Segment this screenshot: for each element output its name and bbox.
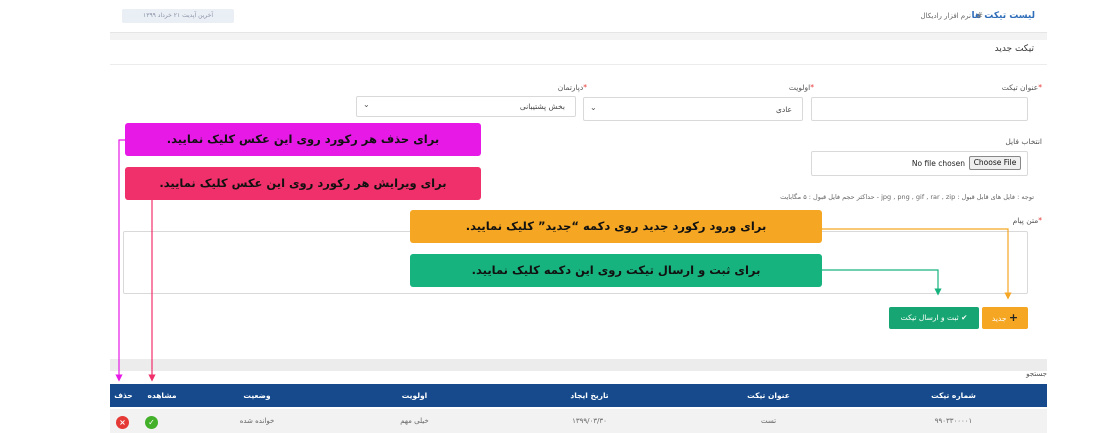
column-header: مشاهده xyxy=(147,391,177,400)
column-header: حذف xyxy=(114,391,133,400)
table-header: شماره تیکت عنوان تیکت تاریخ ایجاد اولویت… xyxy=(110,384,1047,407)
delete-icon[interactable]: × xyxy=(116,416,129,429)
required-mark: * xyxy=(1038,83,1042,92)
required-mark: * xyxy=(1038,216,1042,225)
breadcrumb-separator: # xyxy=(976,11,983,20)
column-header: شماره تیکت xyxy=(931,391,976,400)
subject-label: *عنوان تیکت xyxy=(1002,83,1042,92)
new-hint-callout: برای ورود رکورد جدید روی دکمه “جدید” کلی… xyxy=(410,210,822,243)
cell-status: خوانده شده xyxy=(239,417,275,425)
cell-priority: خیلی مهم xyxy=(400,417,429,425)
new-button[interactable]: + جدید xyxy=(982,307,1028,329)
chevron-down-icon: ⌄ xyxy=(363,100,370,109)
section-divider xyxy=(110,64,1047,65)
message-label: *متن پیام xyxy=(1013,216,1042,225)
delete-hint-callout: برای حذف هر رکورد روی این عکس کلیک نمایی… xyxy=(125,123,481,156)
department-value: بخش پشتیبانی xyxy=(519,102,565,111)
edit-hint-callout: برای ویرایش هر رکورد روی این عکس کلیک نم… xyxy=(125,167,481,200)
plus-icon: + xyxy=(1008,311,1019,324)
section-title: تیکت جدید xyxy=(994,44,1034,54)
required-mark: * xyxy=(583,83,587,92)
submit-hint-callout: برای ثبت و ارسال تیکت روی این دکمه کلیک … xyxy=(410,254,822,287)
choose-file-button[interactable]: Choose File xyxy=(969,156,1021,170)
update-badge: آخرین آپدیت ۲۱ خرداد ۱۳۹۹ xyxy=(122,9,234,23)
view-icon[interactable]: ✓ xyxy=(145,416,158,429)
department-label: *دپارتمان xyxy=(558,83,587,92)
department-label-text: دپارتمان xyxy=(557,83,584,92)
message-label-text: متن پیام xyxy=(1012,216,1039,225)
cell-created-date: ۱۳۹۹/۰۳/۳۰ xyxy=(572,417,607,425)
required-mark: * xyxy=(810,83,814,92)
subject-label-text: عنوان تیکت xyxy=(1001,83,1039,92)
column-header: عنوان تیکت xyxy=(747,391,790,400)
department-select[interactable]: بخش پشتیبانی ⌄ xyxy=(356,96,576,117)
cell-ticket-number: ۹۹۰۳۳۰۰۰۰۱ xyxy=(934,417,973,425)
column-header: وضعیت xyxy=(243,391,271,400)
top-bar: لیست تیکت ها # نرم افزار رادیکال آخرین آ… xyxy=(110,0,1047,33)
breadcrumb-subtitle: نرم افزار رادیکال xyxy=(920,12,971,20)
chevron-down-icon: ⌄ xyxy=(590,103,597,112)
priority-select[interactable]: عادی ⌄ xyxy=(583,97,803,121)
check-icon: ✔ xyxy=(961,313,968,322)
cell-subject: تست xyxy=(760,417,777,425)
submit-button-label: ثبت و ارسال تیکت xyxy=(900,313,959,322)
column-header: اولویت xyxy=(401,391,428,400)
header-divider xyxy=(110,33,1047,40)
search-label[interactable]: جستجو xyxy=(1026,370,1047,378)
file-label: انتخاب فایل xyxy=(1005,137,1042,146)
file-input[interactable]: No file chosen Choose File xyxy=(811,151,1028,176)
file-note: توجه : فایل های قابل قبول : jpg , png , … xyxy=(780,193,1034,201)
table-row: ۹۹۰۳۳۰۰۰۰۱ تست ۱۳۹۹/۰۳/۳۰ خیلی مهم خواند… xyxy=(110,409,1047,433)
file-status: No file chosen xyxy=(911,159,965,168)
priority-label: *اولویت xyxy=(789,83,814,92)
priority-label-text: اولویت xyxy=(788,83,811,92)
column-header: تاریخ ایجاد xyxy=(570,391,609,400)
priority-value: عادی xyxy=(776,105,792,114)
new-button-label: جدید xyxy=(991,314,1007,323)
submit-ticket-button[interactable]: ✔ ثبت و ارسال تیکت xyxy=(889,307,979,329)
search-bar-strip xyxy=(110,359,1047,371)
subject-input[interactable] xyxy=(811,97,1028,121)
